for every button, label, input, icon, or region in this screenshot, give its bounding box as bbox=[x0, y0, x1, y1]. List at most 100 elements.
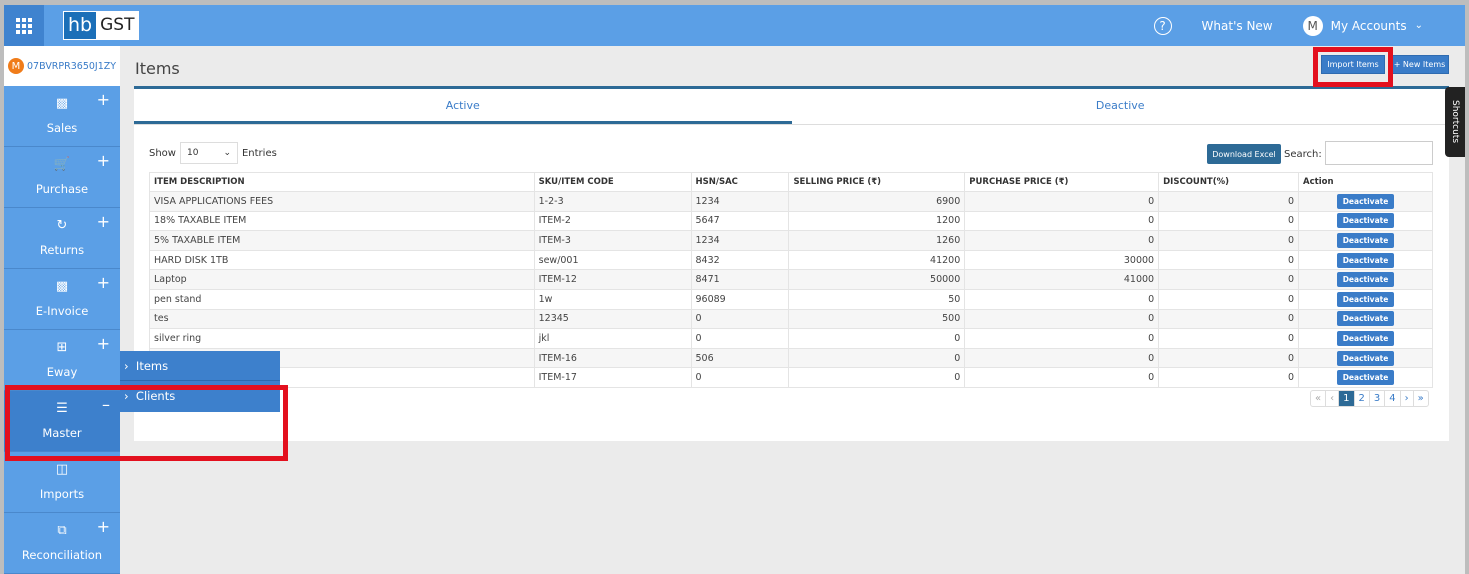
table-cell: 5647 bbox=[690, 210, 790, 232]
plus-icon[interactable]: + bbox=[97, 212, 110, 231]
next-page-button[interactable]: › bbox=[1401, 391, 1414, 406]
table-cell: 0 bbox=[1158, 347, 1300, 369]
submenu-item-items[interactable]: › Items bbox=[120, 351, 280, 381]
sidebar-item-einvoice[interactable]: ▩ E-Invoice + bbox=[4, 269, 120, 330]
avatar[interactable]: M bbox=[1302, 15, 1323, 36]
table-cell: pen stand bbox=[149, 288, 535, 310]
prev-page-button[interactable]: ‹ bbox=[1326, 391, 1340, 406]
sidebar-item-imports[interactable]: ◫ Imports bbox=[4, 452, 120, 513]
submenu-item-clients[interactable]: › Clients bbox=[120, 381, 280, 411]
table-cell: ITEM-16 bbox=[533, 347, 692, 369]
column-header[interactable]: DISCOUNT(%) bbox=[1158, 172, 1300, 192]
plus-icon[interactable]: + bbox=[97, 334, 110, 353]
table-cell: 0 bbox=[1158, 308, 1300, 330]
sidebar-item-returns[interactable]: ↻ Returns + bbox=[4, 208, 120, 269]
page-1-button[interactable]: 1 bbox=[1339, 391, 1355, 406]
bookmark-icon: ◫ bbox=[55, 462, 69, 477]
nav-label: Returns bbox=[39, 243, 85, 257]
column-header[interactable]: ITEM DESCRIPTION bbox=[149, 172, 535, 192]
logo-gst: GST bbox=[96, 12, 139, 39]
sidebar-item-purchase[interactable]: 🛒 Purchase + bbox=[4, 147, 120, 208]
show-label: Show bbox=[149, 147, 176, 159]
table-cell: 0 bbox=[964, 328, 1160, 349]
page-4-button[interactable]: 4 bbox=[1385, 391, 1401, 406]
column-header[interactable]: Action bbox=[1298, 172, 1433, 192]
apps-grid-button[interactable] bbox=[4, 5, 44, 46]
sidebar-item-master[interactable]: ☰ Master – bbox=[4, 391, 120, 452]
plus-icon[interactable]: + bbox=[97, 273, 110, 292]
deactivate-button[interactable]: Deactivate bbox=[1336, 193, 1395, 209]
action-cell: Deactivate bbox=[1298, 308, 1433, 330]
submenu-label: Clients bbox=[135, 389, 176, 403]
sidebar-item-eway[interactable]: ⊞ Eway + bbox=[4, 330, 120, 391]
table-cell: 0 bbox=[964, 347, 1160, 369]
deactivate-button[interactable]: Deactivate bbox=[1336, 291, 1395, 307]
table-cell: ITEM-12 bbox=[533, 269, 692, 290]
table-cell: 30000 bbox=[964, 249, 1160, 271]
search-input[interactable] bbox=[1325, 141, 1433, 165]
action-cell: Deactivate bbox=[1298, 288, 1433, 310]
deactivate-button[interactable]: Deactivate bbox=[1336, 330, 1395, 346]
action-cell: Deactivate bbox=[1298, 328, 1433, 349]
column-header[interactable]: SKU/ITEM CODE bbox=[533, 172, 692, 192]
first-page-button[interactable]: « bbox=[1311, 391, 1327, 406]
minus-icon[interactable]: – bbox=[102, 395, 110, 414]
grid-icon bbox=[16, 17, 32, 34]
tab-deactive[interactable]: Deactive bbox=[792, 89, 1450, 124]
deactivate-button[interactable]: Deactivate bbox=[1336, 370, 1395, 386]
table-cell: 6900 bbox=[788, 191, 966, 212]
deactivate-button[interactable]: Deactivate bbox=[1336, 350, 1395, 366]
import-items-button[interactable]: Import Items bbox=[1321, 55, 1385, 74]
help-icon[interactable]: ? bbox=[1153, 16, 1172, 35]
column-header[interactable]: SELLING PRICE (₹) bbox=[788, 172, 966, 192]
deactivate-button[interactable]: Deactivate bbox=[1336, 213, 1395, 229]
deactivate-button[interactable]: Deactivate bbox=[1336, 272, 1395, 288]
sidebar-item-reconciliation[interactable]: ⧉ Reconciliation + bbox=[4, 513, 120, 574]
deactivate-button[interactable]: Deactivate bbox=[1336, 311, 1395, 327]
download-excel-button[interactable]: Download Excel bbox=[1207, 144, 1281, 164]
table-cell: 0 bbox=[788, 328, 966, 349]
plus-icon[interactable]: + bbox=[97, 517, 110, 536]
table-cell: tes bbox=[149, 308, 535, 330]
table-cell: ITEM-3 bbox=[533, 230, 692, 251]
column-header[interactable]: HSN/SAC bbox=[690, 172, 790, 192]
menu-icon: ☰ bbox=[56, 401, 68, 416]
action-cell: Deactivate bbox=[1298, 210, 1433, 232]
table-cell: 0 bbox=[788, 347, 966, 369]
chevron-down-icon[interactable]: ⌄ bbox=[1415, 20, 1423, 31]
top-bar: hb GST ? What's New M My Accounts ⌄ bbox=[4, 5, 1465, 46]
nav-label: E-Invoice bbox=[35, 304, 89, 318]
logo[interactable]: hb GST bbox=[63, 11, 140, 40]
page-3-button[interactable]: 3 bbox=[1370, 391, 1386, 406]
sidebar-item-sales[interactable]: ▩ Sales + bbox=[4, 86, 120, 147]
tab-active[interactable]: Active bbox=[134, 89, 792, 124]
plus-icon[interactable]: + bbox=[97, 151, 110, 170]
table-cell: 0 bbox=[964, 367, 1160, 388]
table-cell: 1234 bbox=[690, 230, 790, 251]
gstin-selector[interactable]: M 07BVRPR3650J1ZY bbox=[4, 46, 120, 86]
plus-icon[interactable]: + bbox=[97, 90, 110, 109]
action-cell: Deactivate bbox=[1298, 249, 1433, 271]
submenu-label: Items bbox=[135, 359, 169, 373]
last-page-button[interactable]: » bbox=[1414, 391, 1428, 406]
table-cell: ITEM-17 bbox=[533, 367, 692, 388]
my-accounts-menu[interactable]: My Accounts bbox=[1331, 19, 1407, 33]
entries-select[interactable]: 10 ⌄ bbox=[179, 142, 238, 164]
new-items-button[interactable]: + New Items bbox=[1390, 55, 1449, 74]
deactivate-button[interactable]: Deactivate bbox=[1336, 232, 1395, 248]
shortcuts-tab[interactable]: Shortcuts bbox=[1445, 87, 1465, 157]
page-2-button[interactable]: 2 bbox=[1355, 391, 1370, 406]
table-cell: 41200 bbox=[788, 249, 966, 271]
master-submenu: › Items › Clients bbox=[120, 351, 280, 412]
column-header[interactable]: PURCHASE PRICE (₹) bbox=[964, 172, 1160, 192]
deactivate-button[interactable]: Deactivate bbox=[1336, 252, 1395, 268]
table-row: Laptop ITEM-12 8471 50000 41000 0 Deactivate bbox=[149, 269, 1433, 290]
table-cell: 0 bbox=[690, 328, 790, 349]
table-cell: 0 bbox=[1158, 191, 1300, 212]
nav-label: Imports bbox=[39, 487, 85, 501]
table-cell: Laptop bbox=[149, 269, 535, 290]
whats-new-link[interactable]: What's New bbox=[1202, 19, 1273, 33]
table-cell: 0 bbox=[1158, 230, 1300, 251]
bar-chart-icon: ▩ bbox=[55, 96, 69, 111]
entries-label: Entries bbox=[241, 147, 277, 159]
